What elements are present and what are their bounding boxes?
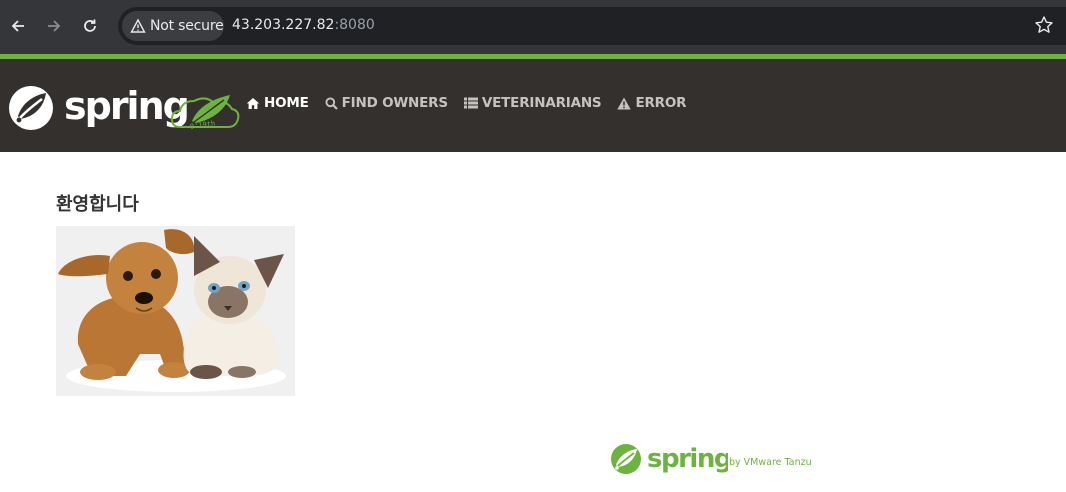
nav-home[interactable]: HOME	[246, 95, 309, 111]
reload-button[interactable]	[78, 14, 102, 38]
reload-icon	[84, 19, 96, 32]
warning-icon	[130, 18, 146, 33]
forward-button[interactable]	[42, 14, 66, 38]
nav-home-label: HOME	[264, 95, 309, 111]
navbar: spring 0'19th HOME FIND OWNERS VETERINAR…	[0, 59, 1066, 152]
main-menu: HOME FIND OWNERS VETERINARIANS ERROR	[246, 95, 702, 111]
warning-icon	[617, 97, 632, 109]
nav-veterinarians[interactable]: VETERINARIANS	[463, 95, 602, 111]
search-icon	[325, 96, 338, 110]
pets-image	[56, 226, 295, 396]
home-icon	[246, 97, 260, 109]
arrow-left-icon	[11, 20, 24, 32]
bookmark-button[interactable]	[1034, 15, 1056, 37]
back-button[interactable]	[6, 14, 30, 38]
brand-text: spring	[64, 84, 188, 128]
star-icon	[1035, 16, 1053, 33]
nav-veterinarians-label: VETERINARIANS	[481, 95, 602, 111]
browser-toolbar: Not secure 43.203.227.82:8080	[0, 0, 1066, 54]
spring-footer-logo-icon: spring	[611, 444, 732, 474]
nav-error[interactable]: ERROR	[617, 95, 687, 111]
nav-find-owners-label: FIND OWNERS	[341, 95, 448, 111]
address-bar[interactable]: Not secure 43.203.227.82:8080	[118, 7, 1066, 45]
url-port: :8080	[334, 17, 375, 33]
url-host: 43.203.227.82	[232, 17, 335, 33]
list-icon	[463, 97, 478, 109]
spring-petclinic-logo[interactable]: spring 0'19th	[8, 83, 240, 133]
spring-logo-icon: spring 0'19th	[9, 84, 240, 131]
nav-find-owners[interactable]: FIND OWNERS	[325, 95, 448, 111]
footer-brand-text: spring	[647, 444, 728, 474]
url-text: 43.203.227.82:8080	[232, 17, 375, 33]
arrow-right-icon	[48, 20, 61, 32]
footer-by-label: by VMware Tanzu	[729, 457, 812, 468]
dog-and-cat-illustration	[56, 226, 295, 396]
security-label: Not secure	[150, 18, 224, 34]
nav-error-label: ERROR	[635, 95, 687, 111]
security-chip[interactable]: Not secure	[122, 11, 224, 41]
page-title: 환영합니다	[56, 194, 139, 215]
